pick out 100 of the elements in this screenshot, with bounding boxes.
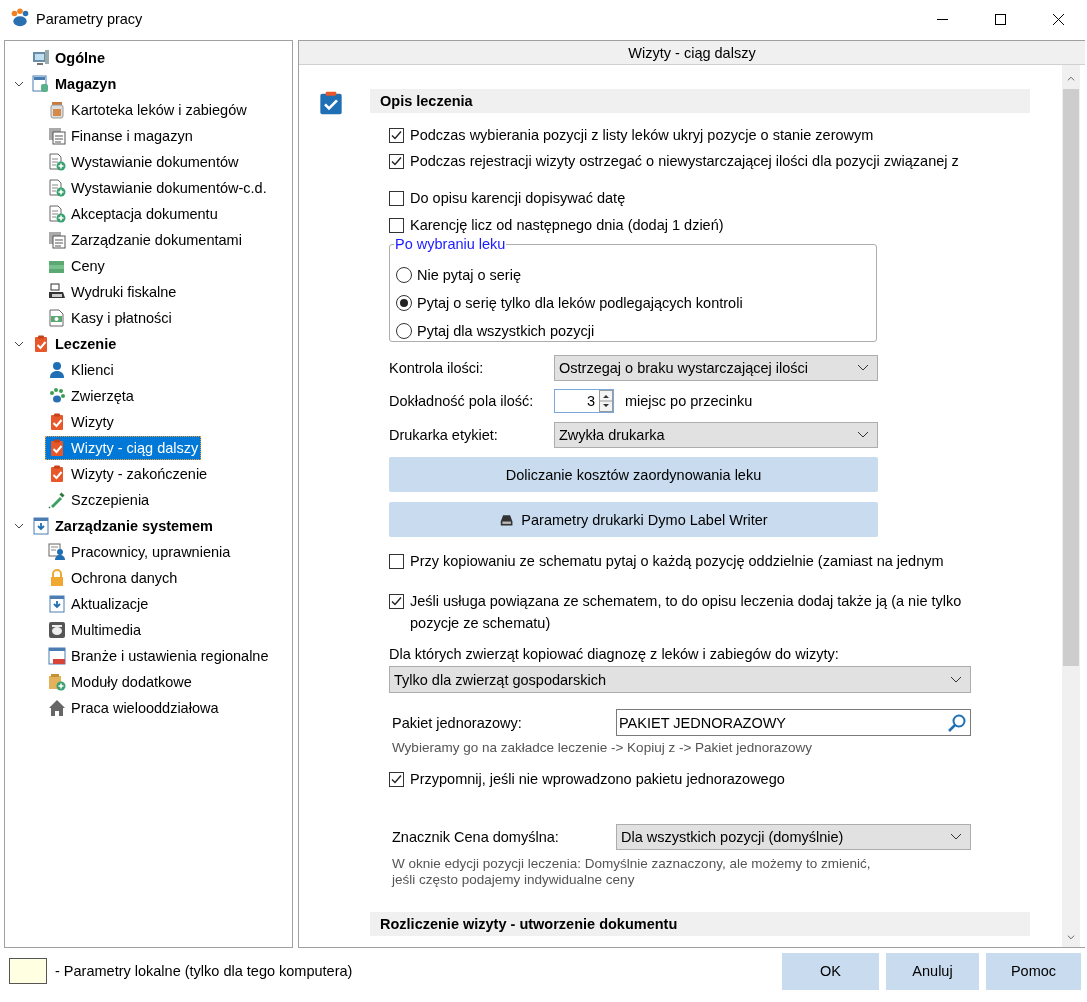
printer-settings-button[interactable]: Parametry drukarki Dymo Label Writer [389, 502, 878, 537]
window-icon [48, 647, 66, 665]
checkbox-label: Karencję licz od następnego dnia (dodaj 1 dzień) [410, 216, 724, 235]
tree-item-label: Klienci [71, 362, 114, 378]
tree-item[interactable]: Ogólne [29, 46, 108, 70]
tree-item[interactable]: Wizyty - zakończenie [45, 462, 211, 486]
tree-item-label: Kasy i płatności [71, 310, 172, 326]
radio-button[interactable] [396, 323, 412, 339]
hint-text: Wybieramy go na zakładce leczenie -> Kopiuj z -> Pakiet jednorazowy [391, 740, 814, 756]
tree-item[interactable]: Praca wielooddziałowa [45, 696, 222, 720]
field-label: Kontrola ilości: [389, 360, 485, 376]
checkbox[interactable] [389, 554, 404, 569]
radio-button[interactable] [396, 295, 412, 311]
field-label: Znacznik Cena domyślna: [391, 829, 560, 845]
checkbox[interactable] [389, 191, 404, 206]
clipboard-icon [48, 413, 66, 431]
tree-item[interactable]: Akceptacja dokumentu [45, 202, 221, 226]
action-button[interactable]: Doliczanie kosztów zaordynowania leku [389, 457, 878, 492]
printer-icon [48, 283, 66, 301]
field-label: Drukarka etykiet: [389, 427, 499, 443]
tree-item[interactable]: Kartoteka leków i zabiegów [45, 98, 250, 122]
caret-icon [950, 833, 962, 841]
tree-item[interactable]: Zarządzanie dokumentami [45, 228, 245, 252]
tree-item[interactable]: Kasy i płatności [45, 306, 175, 330]
tree-item[interactable]: Zwierzęta [45, 384, 137, 408]
radio-label: Pytaj dla wszystkich pozycji [417, 323, 595, 339]
checkbox[interactable] [389, 772, 404, 787]
tree-item-label: Wystawianie dokumentów [71, 154, 239, 170]
dialog-button[interactable]: OK [782, 952, 879, 990]
dropdown[interactable]: Ostrzegaj o braku wystarczającej ilości [554, 355, 878, 381]
paw-icon [48, 387, 66, 405]
tree-item[interactable]: Wizyty [45, 410, 117, 434]
group-title: Po wybraniu leku [394, 236, 507, 252]
tree-item[interactable]: Aktualizacje [45, 592, 152, 616]
jar-icon [48, 101, 66, 119]
dropdown[interactable]: Dla wszystkich pozycji (domyślnie) [616, 824, 971, 850]
dropdown[interactable]: Zwykła drukarka [554, 422, 878, 448]
field-suffix: miejsc po przecinku [625, 393, 753, 409]
tree-item-label: Magazyn [55, 76, 117, 92]
radio-label: Nie pytaj o serię [417, 267, 521, 283]
field-label: Dokładność pola ilość: [389, 393, 535, 409]
spin-arrows-icon [599, 390, 613, 412]
scrollbar[interactable] [1062, 65, 1080, 947]
scroll-thumb[interactable] [1063, 89, 1079, 666]
clipboard-icon [48, 465, 66, 483]
radio-label: Pytaj o serię tylko dla leków podlegających kontroli [417, 295, 743, 311]
checkbox[interactable] [389, 218, 404, 233]
tree-item-label: Praca wielooddziałowa [71, 700, 219, 716]
tree-item-label: Ochrona danych [71, 570, 178, 586]
tree-item-label: Ceny [71, 258, 105, 274]
caret-icon [857, 364, 869, 372]
caret-icon [950, 675, 962, 684]
house-icon [48, 699, 66, 717]
tree-item-label: Finanse i magazyn [71, 128, 193, 144]
section-header: Opis leczenia [370, 89, 1030, 113]
dialog-button[interactable]: Pomoc [986, 952, 1081, 990]
tree-item[interactable]: Zarządzanie systemem [29, 514, 216, 538]
tree-item-label: Zarządzanie systemem [55, 518, 213, 534]
form-icon [32, 75, 50, 93]
dialog-button[interactable]: Anuluj [886, 952, 979, 990]
pages-icon [48, 231, 66, 249]
tree-item-label: Wizyty - zakończenie [71, 466, 208, 482]
tree-item[interactable]: Multimedia [45, 618, 145, 642]
tree-item[interactable]: Ochrona danych [45, 566, 181, 590]
number-field[interactable]: 3 [554, 389, 614, 413]
tree-item[interactable]: Wystawianie dokumentów-c.d. [45, 176, 270, 200]
caret-icon [857, 431, 869, 439]
checkbox[interactable] [389, 594, 404, 609]
tree-item-label: Zwierzęta [71, 388, 134, 404]
tree-item-label: Szczepienia [71, 492, 150, 508]
tree-item-label: Moduły dodatkowe [71, 674, 192, 690]
tree-item[interactable]: Magazyn [29, 72, 120, 96]
tree-item-label: Wizyty - ciąg dalszy [71, 440, 199, 456]
checkbox[interactable] [389, 128, 404, 143]
banknote-icon [48, 309, 66, 327]
close-icon [1052, 13, 1064, 25]
tree-item[interactable]: Ceny [45, 254, 108, 278]
checkbox-label: Podczas rejestracji wizyty ostrzegać o niewystarczającej ilości dla pozycji związanej z [410, 152, 959, 171]
tree-item[interactable]: Szczepienia [45, 488, 153, 512]
box-plus-icon [48, 673, 66, 691]
tree-item-label: Multimedia [71, 622, 142, 638]
dropdown[interactable]: Tylko dla zwierząt gospodarskich [389, 666, 971, 693]
tree-item[interactable]: Moduły dodatkowe [45, 670, 195, 694]
lock-icon [48, 569, 66, 587]
tree-item[interactable]: Leczenie [29, 332, 120, 356]
tree-item[interactable]: Pracownicy, uprawnienia [45, 540, 234, 564]
tree-item[interactable]: Finanse i magazyn [45, 124, 196, 148]
tree-item-label: Branże i ustawienia regionalne [71, 648, 269, 664]
tree-item[interactable]: Klienci [45, 358, 117, 382]
checkbox-label: Jeśli usługa powiązana ze schematem, to do opisu leczenia dodaj także ją (a nie tylko pozycje ze schematu) [410, 592, 963, 633]
checkbox-label: Podczas wybierania pozycji z listy leków ukryj pozycje o stanie zerowym [410, 126, 874, 145]
search-field[interactable]: PAKIET JEDNORAZOWY [616, 709, 971, 736]
tree-item-label: Aktualizacje [71, 596, 149, 612]
tree-item[interactable]: Branże i ustawienia regionalne [45, 644, 272, 668]
checkbox[interactable] [389, 154, 404, 169]
tree-item[interactable]: Wystawianie dokumentów [45, 150, 242, 174]
tree-item[interactable]: Wizyty - ciąg dalszy [45, 436, 202, 460]
radio-button[interactable] [396, 267, 412, 283]
legend-text: - Parametry lokalne (tylko dla tego komputera) [55, 963, 353, 979]
tree-item[interactable]: Wydruki fiskalne [45, 280, 180, 304]
